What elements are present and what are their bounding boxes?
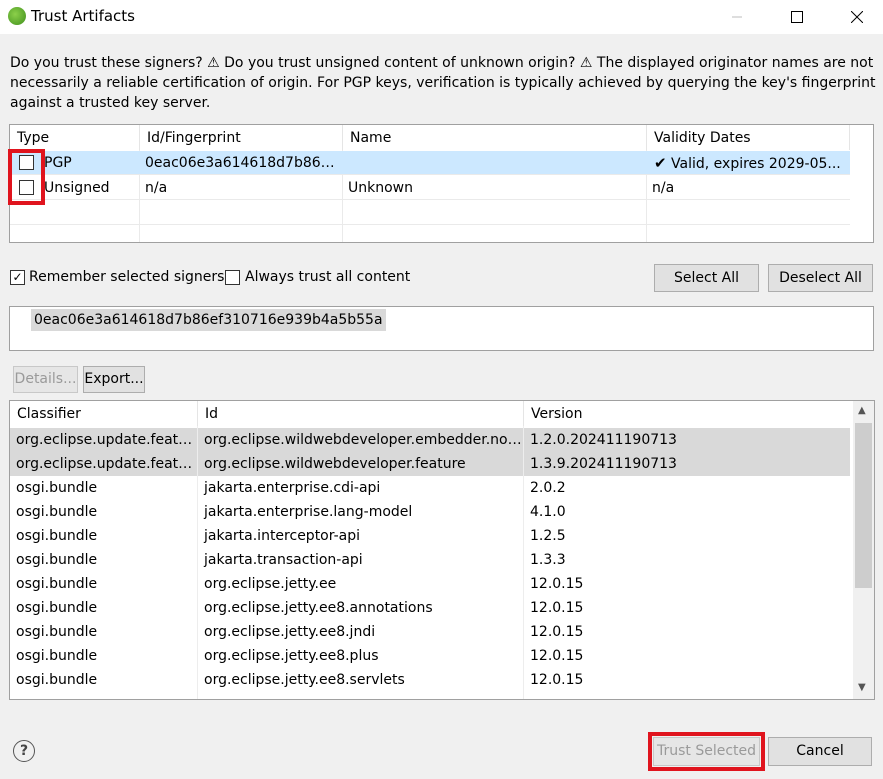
close-icon (851, 11, 863, 23)
column-header-validity[interactable]: Validity Dates (647, 125, 850, 150)
signer-validity: ✔ Valid, expires 2029-05... (646, 151, 850, 175)
title-bar: Trust Artifacts (0, 0, 883, 34)
column-header-name[interactable]: Name (343, 125, 647, 150)
scroll-up-icon[interactable]: ▲ (858, 405, 866, 416)
artifact-row[interactable]: osgi.bundle org.eclipse.jetty.ee8.annotat… (10, 596, 850, 620)
window-title: Trust Artifacts (31, 7, 135, 25)
fingerprint-text: 0eac06e3a614618d7b86ef310716e939b4a5b55a (31, 309, 386, 331)
always-trust-label[interactable]: Always trust all content (245, 269, 410, 285)
signer-id: 0eac06e3a614618d7b86ef... (145, 155, 342, 171)
artifact-id: org.eclipse.wildwebdeveloper.feature (204, 456, 466, 472)
maximize-icon (791, 11, 803, 23)
trust-message: Do you trust these signers? ⚠ Do you tru… (10, 55, 876, 111)
close-button[interactable] (834, 0, 880, 34)
eclipse-app-icon (8, 7, 26, 25)
signer-validity-text: Valid, expires 2029-05... (671, 156, 841, 172)
artifact-version: 2.0.2 (530, 480, 566, 496)
artifact-row[interactable]: org.eclipse.update.feature org.eclipse.wi… (10, 428, 850, 452)
artifact-classifier: osgi.bundle (16, 600, 98, 616)
artifact-version: 1.2.5 (530, 528, 566, 544)
checkbox-highlight (8, 149, 45, 205)
artifact-row[interactable]: osgi.bundle org.eclipse.jetty.ee8.servlet… (10, 668, 850, 692)
artifact-row[interactable]: osgi.bundle org.eclipse.jetty.ee 12.0.15 (10, 572, 850, 596)
artifacts-scrollbar[interactable]: ▲ ▼ (853, 401, 874, 699)
artifact-classifier: osgi.bundle (16, 552, 98, 568)
cancel-button[interactable]: Cancel (768, 737, 872, 766)
artifact-classifier: org.eclipse.update.feature (16, 456, 198, 472)
artifact-row[interactable]: osgi.bundle jakarta.interceptor-api 1.2.5 (10, 524, 850, 548)
artifact-version: 4.1.0 (530, 504, 566, 520)
signer-name (342, 151, 646, 175)
artifact-classifier: osgi.bundle (16, 648, 98, 664)
signer-type: PGP (44, 155, 72, 171)
artifact-classifier: osgi.bundle (16, 624, 98, 640)
column-header-id[interactable]: Id/Fingerprint (140, 125, 343, 150)
artifact-row[interactable]: osgi.bundle org.eclipse.jetty.ee8.jndi 12.… (10, 620, 850, 644)
select-all-button[interactable]: Select All (654, 264, 759, 292)
empty-row (10, 226, 850, 242)
artifact-classifier: osgi.bundle (16, 528, 98, 544)
artifact-id: org.eclipse.jetty.ee8.jndi (204, 624, 376, 640)
artifact-id: jakarta.transaction-api (204, 552, 363, 568)
export-button[interactable]: Export... (83, 366, 145, 393)
minimize-icon (732, 16, 742, 18)
scrollbar-thumb[interactable] (855, 423, 872, 588)
artifact-version: 12.0.15 (530, 648, 584, 664)
always-trust-checkbox[interactable] (225, 270, 240, 285)
artifact-id: org.eclipse.jetty.ee (204, 576, 337, 592)
artifact-row[interactable]: osgi.bundle org.eclipse.jetty.ee8.plus 12.… (10, 644, 850, 668)
remember-signers-label[interactable]: Remember selected signers (29, 269, 224, 285)
minimize-button[interactable] (714, 0, 760, 34)
artifact-id: jakarta.enterprise.cdi-api (204, 480, 381, 496)
artifact-classifier: osgi.bundle (16, 672, 98, 688)
column-header-artifact-id[interactable]: Id (198, 401, 524, 426)
artifact-id: org.eclipse.jetty.ee8.annotations (204, 600, 433, 616)
artifact-id: jakarta.enterprise.lang-model (204, 504, 413, 520)
artifact-version: 12.0.15 (530, 672, 584, 688)
artifact-version: 12.0.15 (530, 576, 584, 592)
artifact-version: 12.0.15 (530, 600, 584, 616)
artifact-version: 12.0.15 (530, 624, 584, 640)
artifact-classifier: osgi.bundle (16, 576, 98, 592)
empty-row (10, 201, 850, 225)
help-icon[interactable]: ? (13, 740, 35, 762)
artifact-id: org.eclipse.wildwebdeveloper.embedder.no… (204, 432, 524, 448)
artifact-row[interactable]: osgi.bundle jakarta.enterprise.lang-model… (10, 500, 850, 524)
artifact-version: 1.2.0.202411190713 (530, 432, 677, 448)
artifact-id: org.eclipse.jetty.ee8.servlets (204, 672, 405, 688)
signer-row-unsigned[interactable]: Unsigned n/a Unknown n/a (10, 176, 850, 200)
artifact-row[interactable]: osgi.bundle jakarta.transaction-api 1.3.3 (10, 548, 850, 572)
column-header-version[interactable]: Version (524, 401, 850, 426)
remember-signers-checkbox[interactable]: ✓ (10, 270, 25, 285)
signer-type: Unsigned (44, 180, 110, 196)
artifact-id: jakarta.interceptor-api (204, 528, 361, 544)
signer-validity: n/a (652, 180, 675, 196)
artifact-classifier: osgi.bundle (16, 480, 98, 496)
trust-selected-highlight (648, 732, 765, 771)
signer-row-pgp[interactable]: PGP 0eac06e3a614618d7b86ef... ✔ Valid, e… (10, 151, 850, 175)
artifacts-table[interactable]: Classifier Id Version org.eclipse.update… (9, 400, 875, 700)
artifact-row[interactable]: osgi.bundle jakarta.enterprise.cdi-api 2.0… (10, 476, 850, 500)
artifact-version: 1.3.3 (530, 552, 566, 568)
details-button[interactable]: Details... (13, 366, 78, 393)
signer-id: n/a (145, 180, 168, 196)
artifact-classifier: org.eclipse.update.feature (16, 432, 198, 448)
deselect-all-button[interactable]: Deselect All (768, 264, 873, 292)
checkmark-icon: ✔ (654, 154, 667, 172)
artifact-row[interactable]: org.eclipse.update.feature org.eclipse.wi… (10, 452, 850, 476)
artifact-classifier: osgi.bundle (16, 504, 98, 520)
column-header-type[interactable]: Type (10, 125, 140, 150)
signers-table[interactable]: Type Id/Fingerprint Name Validity Dates … (9, 124, 874, 243)
signer-name: Unknown (348, 180, 413, 196)
maximize-button[interactable] (774, 0, 820, 34)
column-header-classifier[interactable]: Classifier (10, 401, 198, 426)
artifact-id: org.eclipse.jetty.ee8.plus (204, 648, 379, 664)
artifact-version: 1.3.9.202411190713 (530, 456, 677, 472)
scroll-down-icon[interactable]: ▼ (858, 682, 866, 693)
